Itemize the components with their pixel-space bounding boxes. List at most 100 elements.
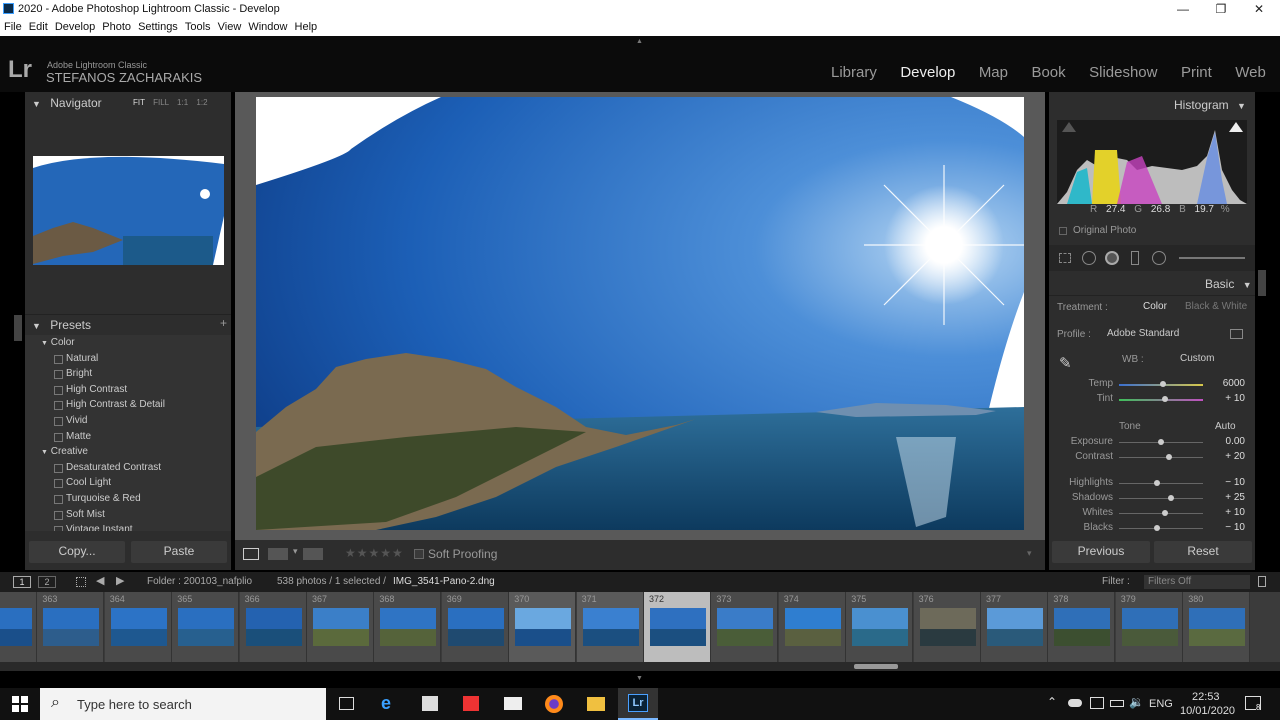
slider-track[interactable] [1119, 483, 1203, 484]
swap-before-after-icon[interactable] [303, 548, 323, 560]
forward-arrow-icon[interactable]: ▶ [116, 574, 124, 587]
filmstrip-thumbnail[interactable]: 371 [576, 592, 644, 662]
slider-thumb[interactable] [1158, 439, 1164, 445]
collapse-right-panel-handle[interactable] [1258, 270, 1266, 296]
loupe-view-icon[interactable] [243, 548, 259, 560]
menu-tools[interactable]: Tools [185, 21, 211, 33]
spot-removal-icon[interactable] [1082, 251, 1096, 265]
back-arrow-icon[interactable]: ◀ [96, 574, 104, 587]
original-photo-checkbox[interactable] [1059, 227, 1067, 235]
filmstrip-thumbnail[interactable]: 374 [778, 592, 846, 662]
collapse-bottom-arrow[interactable]: ▼ [636, 675, 643, 682]
battery-icon[interactable] [1110, 700, 1124, 707]
filmstrip-thumbnail[interactable]: 378 [1048, 592, 1116, 662]
filmstrip-thumbnail[interactable] [0, 592, 37, 662]
filter-lock-icon[interactable] [1258, 576, 1266, 587]
filmstrip-thumbnail[interactable]: 372 [644, 592, 711, 662]
filmstrip-thumbnail[interactable]: 376 [913, 592, 981, 662]
navigator-preview[interactable] [33, 156, 224, 265]
navigator-header[interactable]: ▼ Navigator [32, 96, 102, 110]
clock-time[interactable]: 22:53 [1192, 691, 1220, 703]
slider-value[interactable]: + 20 [1205, 451, 1245, 462]
profile-browser-icon[interactable] [1230, 329, 1243, 339]
lightroom-taskbar-icon[interactable]: Lr [618, 688, 658, 720]
before-after-icon[interactable] [268, 548, 288, 560]
module-book[interactable]: Book [1031, 64, 1065, 81]
add-preset-icon[interactable]: + [220, 316, 227, 330]
menu-develop[interactable]: Develop [55, 21, 95, 33]
language-indicator[interactable]: ENG [1149, 698, 1173, 710]
slider-value[interactable]: + 25 [1205, 492, 1245, 503]
slider-value[interactable]: − 10 [1205, 477, 1245, 488]
network-icon[interactable] [1090, 697, 1104, 709]
main-photo[interactable] [256, 97, 1024, 530]
radial-filter-icon[interactable] [1152, 251, 1166, 265]
slider-thumb[interactable] [1168, 495, 1175, 501]
slider-track[interactable] [1119, 399, 1203, 401]
grid-view-icon[interactable] [76, 577, 86, 587]
red-eye-icon[interactable] [1105, 251, 1119, 265]
preset-item[interactable]: Soft Mist [25, 507, 231, 523]
preset-item[interactable]: High Contrast & Detail [25, 397, 231, 413]
slider-value[interactable]: + 10 [1205, 393, 1245, 404]
slider-track[interactable] [1119, 498, 1203, 499]
filter-dropdown[interactable]: Filters Off [1144, 575, 1250, 589]
maximize-button[interactable]: ❐ [1202, 0, 1240, 19]
zoom-1-2[interactable]: 1:2 [196, 98, 207, 107]
file-explorer-icon[interactable] [587, 697, 605, 711]
slider-thumb[interactable] [1153, 525, 1160, 531]
filmstrip-thumbnail[interactable]: 368 [374, 592, 442, 662]
preset-group-creative[interactable]: ▼ Creative [25, 444, 231, 460]
slider-thumb[interactable] [1153, 480, 1160, 486]
filmstrip-thumbnail[interactable]: 363 [37, 592, 105, 662]
slider-track[interactable] [1119, 457, 1203, 458]
wb-dropdown[interactable]: Custom [1180, 353, 1214, 364]
show-hidden-icons[interactable]: ⌃ [1047, 695, 1057, 709]
preset-item[interactable]: Desaturated Contrast [25, 460, 231, 476]
preset-item[interactable]: High Contrast [25, 382, 231, 398]
filmstrip-thumbnail[interactable]: 379 [1115, 592, 1183, 662]
preset-item[interactable]: Vivid [25, 413, 231, 429]
slider-value[interactable]: 0.00 [1205, 436, 1245, 447]
preset-item[interactable]: Bright [25, 366, 231, 382]
auto-tone-button[interactable]: Auto [1215, 421, 1236, 432]
slider-value[interactable]: + 10 [1205, 507, 1245, 518]
preset-item[interactable]: Natural [25, 351, 231, 367]
slider-thumb[interactable] [1159, 381, 1166, 387]
preset-item[interactable]: Cool Light [25, 475, 231, 491]
menu-file[interactable]: File [4, 21, 22, 33]
treatment-color-option[interactable]: Color [1143, 301, 1167, 312]
paste-button[interactable]: Paste [131, 541, 227, 563]
slider-thumb[interactable] [1166, 454, 1173, 460]
filmstrip-thumbnail[interactable]: 370 [509, 592, 577, 662]
collapse-top-arrow[interactable]: ▲ [636, 38, 643, 45]
slider-track[interactable] [1119, 528, 1203, 529]
menu-photo[interactable]: Photo [102, 21, 131, 33]
screen-2-button[interactable]: 2 [38, 576, 56, 588]
filmstrip-scrollbar[interactable] [0, 662, 1280, 671]
before-after-menu-icon[interactable]: ▾ [293, 546, 298, 557]
slider-value[interactable]: 6000 [1205, 378, 1245, 389]
filmstrip-thumbnail[interactable]: 380 [1183, 592, 1251, 662]
folder-path[interactable]: Folder : 200103_nafplio [147, 576, 252, 587]
module-develop[interactable]: Develop [900, 64, 955, 81]
menu-edit[interactable]: Edit [29, 21, 48, 33]
filmstrip-thumbnail[interactable]: 375 [846, 592, 914, 662]
previous-button[interactable]: Previous [1052, 541, 1150, 563]
store-icon[interactable] [422, 696, 438, 711]
toolbar-menu-icon[interactable]: ▾ [1027, 548, 1032, 559]
minimize-button[interactable]: — [1164, 0, 1202, 19]
reset-button[interactable]: Reset [1154, 541, 1252, 563]
preset-item[interactable]: Turquoise & Red [25, 491, 231, 507]
edge-icon[interactable]: e [381, 693, 391, 714]
crop-icon[interactable] [1059, 253, 1071, 263]
windows-start-icon[interactable] [12, 696, 28, 712]
menu-settings[interactable]: Settings [138, 21, 178, 33]
graduated-filter-icon[interactable] [1131, 251, 1139, 265]
volume-icon[interactable]: 🔉 [1129, 695, 1144, 709]
preset-item[interactable]: Vintage Instant [25, 522, 231, 531]
close-button[interactable]: ✕ [1240, 0, 1278, 19]
rating-stars[interactable]: ★★★★★ [345, 546, 404, 560]
zoom-fill[interactable]: FILL [153, 98, 169, 107]
task-view-icon[interactable] [339, 697, 354, 710]
